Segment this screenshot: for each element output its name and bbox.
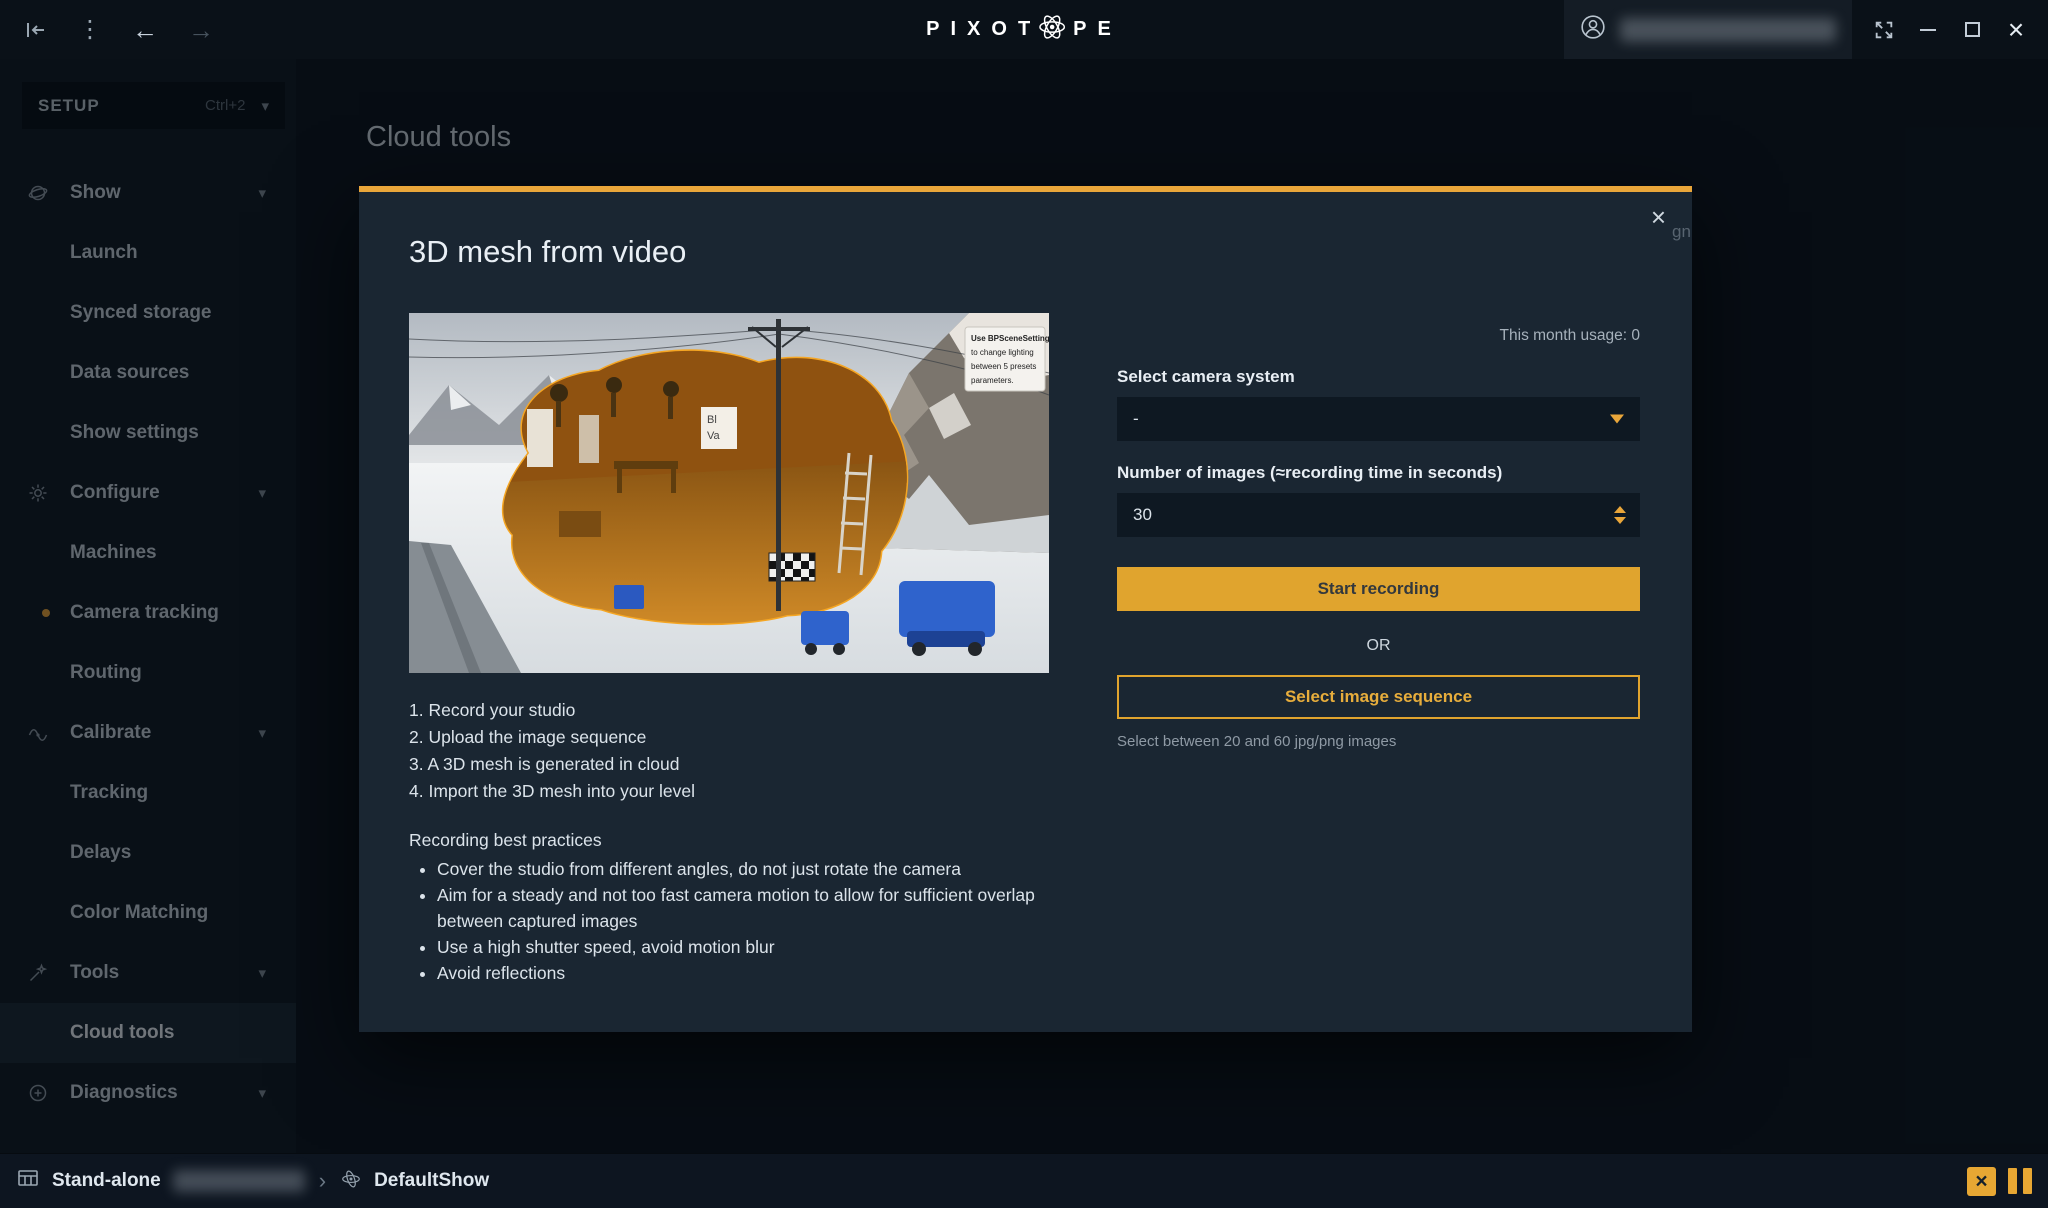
practice-item: Use a high shutter speed, avoid motion b…: [437, 934, 1049, 960]
kebab-menu-icon[interactable]: ⋮: [78, 18, 102, 42]
wall-sign-line-1: Bl: [707, 414, 717, 426]
select-image-sequence-button[interactable]: Select image sequence: [1117, 675, 1640, 719]
pause-button[interactable]: [2008, 1168, 2032, 1194]
step-up-icon[interactable]: [1614, 506, 1626, 513]
best-practices-list: Cover the studio from different angles, …: [417, 856, 1049, 986]
number-of-images-input[interactable]: [1133, 505, 1624, 525]
user-icon: [1580, 14, 1606, 45]
standalone-mode-item[interactable]: Stand-alone: [16, 1167, 305, 1196]
app-window: ⋮ ← → PIXOT PE: [0, 0, 2048, 1208]
show-atom-icon: [340, 1168, 362, 1195]
fit-screen-icon[interactable]: [1872, 18, 1896, 42]
monthly-usage-label: This month usage: 0: [1117, 327, 1640, 345]
step-3: 3. A 3D mesh is generated in cloud: [409, 751, 1049, 778]
annotation-line-2: to change lighting: [971, 348, 1034, 357]
wall-sign-line-2: Va: [707, 430, 721, 442]
dialog-title: 3D mesh from video: [409, 234, 686, 270]
or-separator: OR: [1117, 637, 1640, 655]
mesh-from-video-dialog: × gn 3D mesh from video: [359, 186, 1692, 1032]
number-stepper[interactable]: [1614, 506, 1626, 524]
statusbar: Stand-alone › DefaultShow ×: [0, 1153, 2048, 1208]
step-2: 2. Upload the image sequence: [409, 724, 1049, 751]
maximize-button[interactable]: [1960, 18, 1984, 42]
annotation-line-4: parameters.: [971, 376, 1014, 385]
practice-item: Cover the studio from different angles, …: [437, 856, 1049, 882]
back-icon[interactable]: ←: [132, 17, 158, 43]
logo-text-left: PIXOT: [926, 18, 1041, 41]
show-name-label: DefaultShow: [374, 1170, 489, 1192]
close-window-button[interactable]: ×: [2004, 18, 2028, 42]
mode-label: Stand-alone: [52, 1170, 161, 1192]
practice-item: Avoid reflections: [437, 960, 1049, 986]
step-1: 1. Record your studio: [409, 697, 1049, 724]
start-recording-button[interactable]: Start recording: [1117, 567, 1640, 611]
best-practices-title: Recording best practices: [409, 830, 1049, 851]
account-menu[interactable]: [1564, 0, 1852, 59]
step-down-icon[interactable]: [1614, 517, 1626, 524]
image-count-helper-text: Select between 20 and 60 jpg/png images: [1117, 733, 1640, 750]
close-icon[interactable]: ×: [1651, 204, 1666, 230]
camera-system-select[interactable]: -: [1117, 397, 1640, 441]
current-show-item[interactable]: DefaultShow: [340, 1168, 489, 1195]
monitor-icon: [16, 1167, 40, 1196]
chevron-down-icon: [1610, 415, 1624, 424]
image-annotation-card: Use BPSceneSettings to change lighting b…: [965, 327, 1049, 391]
dialog-right-column: This month usage: 0 Select camera system…: [1117, 313, 1640, 750]
collapse-sidebar-icon[interactable]: [24, 18, 48, 42]
pixotope-logo: PIXOT PE: [926, 12, 1122, 48]
number-of-images-label: Number of images (≈recording time in sec…: [1117, 463, 1640, 483]
atom-icon: [1037, 12, 1067, 48]
background-text-fragment: gn: [1672, 222, 1691, 242]
minimize-button[interactable]: [1916, 18, 1940, 42]
annotation-line-1: Use BPSceneSettings: [971, 334, 1049, 343]
practice-item: Aim for a steady and not too fast camera…: [437, 882, 1049, 934]
step-4: 4. Import the 3D mesh into your level: [409, 778, 1049, 805]
dialog-left-column: Bl Va: [409, 313, 1049, 986]
workflow-steps: 1. Record your studio 2. Upload the imag…: [409, 697, 1049, 805]
titlebar: ⋮ ← → PIXOT PE: [0, 0, 2048, 59]
logo-text-right: PE: [1073, 18, 1122, 41]
annotation-line-3: between 5 presets: [971, 362, 1036, 371]
breadcrumb-chevron-icon: ›: [319, 1168, 326, 1194]
redacted-username-blur: [1620, 18, 1836, 42]
camera-system-value: -: [1133, 409, 1139, 429]
number-of-images-field: [1117, 493, 1640, 537]
redacted-project-blur: [173, 1170, 305, 1192]
stop-close-button[interactable]: ×: [1967, 1167, 1996, 1196]
studio-scan-preview-image: Bl Va: [409, 313, 1049, 673]
forward-icon: →: [188, 17, 214, 43]
camera-system-label: Select camera system: [1117, 367, 1640, 387]
